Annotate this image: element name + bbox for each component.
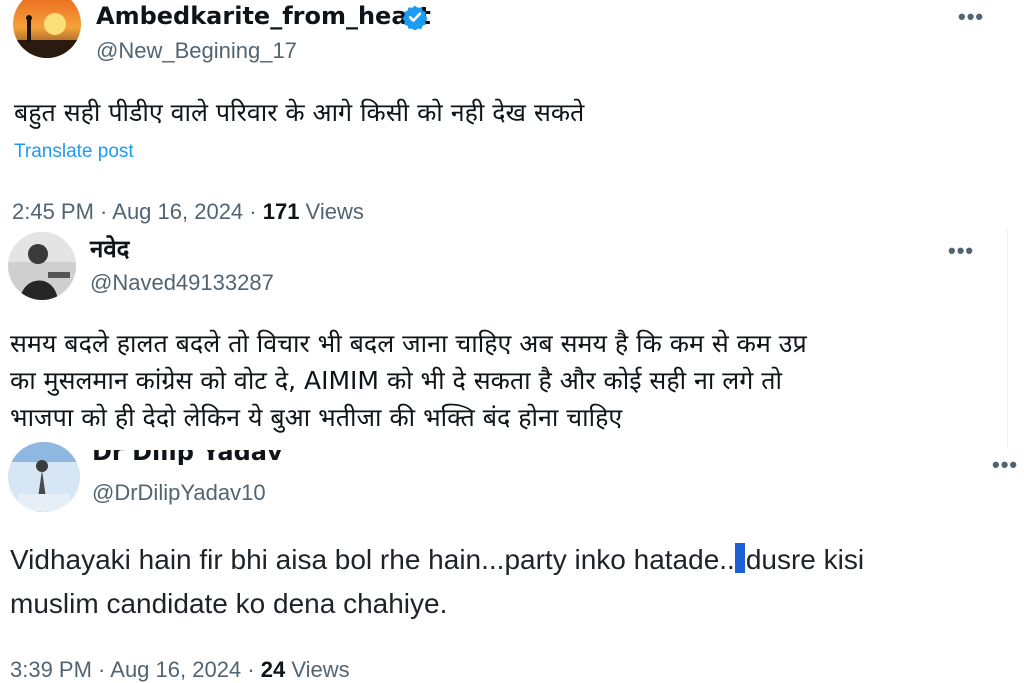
- post-text-part: Vidhayaki hain fir bhi aisa bol rhe hain…: [10, 544, 735, 575]
- more-icon[interactable]: •••: [948, 240, 974, 262]
- screenshot-page: Ambedkarite_from_heart @New_Begining_17 …: [0, 0, 1024, 683]
- timestamp-text: 2:45 PM · Aug 16, 2024 ·: [12, 199, 263, 224]
- post-text-line: समय बदले हालत बदले तो विचार भी बदल जाना …: [10, 329, 807, 358]
- author-handle[interactable]: @New_Begining_17: [96, 38, 297, 64]
- author-name[interactable]: नवेद: [90, 232, 129, 265]
- translate-post-link[interactable]: Translate post: [14, 141, 134, 163]
- post-text: बहुत सही पीडीए वाले परिवार के आगे किसी क…: [14, 98, 585, 127]
- verified-badge-icon: [402, 4, 428, 35]
- avatar-naved[interactable]: [8, 232, 76, 300]
- timestamp-text: 3:39 PM · Aug 16, 2024 ·: [10, 657, 261, 682]
- text-cursor-highlight: [734, 543, 745, 573]
- post-text-line-2: muslim candidate ko dena chahiye.: [10, 588, 448, 619]
- views-count: 24: [260, 657, 286, 682]
- post-1[interactable]: Ambedkarite_from_heart @New_Begining_17 …: [0, 0, 1024, 228]
- views-count: 171: [262, 199, 300, 224]
- post-text-part: dusre kisi: [745, 544, 865, 575]
- post-text-line-1: Vidhayaki hain fir bhi aisa bol rhe hain…: [10, 538, 864, 582]
- person-avatar-image: [8, 442, 80, 512]
- post-text: Vidhayaki hain fir bhi aisa bol rhe hain…: [10, 538, 864, 626]
- post-timestamp[interactable]: 3:39 PM · Aug 16, 2024 · 24 Views: [10, 657, 350, 683]
- author-name[interactable]: Dr Dilip Yadav: [92, 450, 283, 466]
- post-3[interactable]: Dr Dilip Yadav @DrDilipYadav10 ••• Vidha…: [0, 442, 1024, 683]
- author-name-clip: Dr Dilip Yadav: [92, 450, 392, 470]
- author-handle[interactable]: @DrDilipYadav10: [92, 480, 266, 506]
- post-2[interactable]: नवेद @Naved49133287 ••• समय बदले हालत बद…: [0, 228, 1024, 450]
- post-text-line: भाजपा को ही देदो लेकिन ये बुआ भतीजा की भ…: [10, 403, 623, 432]
- person-avatar-image: [8, 232, 76, 300]
- more-icon[interactable]: •••: [992, 454, 1018, 476]
- author-handle[interactable]: @Naved49133287: [90, 270, 274, 296]
- views-label: Views: [285, 657, 350, 682]
- avatar-dilip[interactable]: [8, 442, 80, 512]
- post-timestamp[interactable]: 2:45 PM · Aug 16, 2024 · 171 Views: [12, 199, 364, 225]
- sunset-avatar-image: [13, 0, 81, 58]
- more-icon[interactable]: •••: [958, 6, 984, 28]
- avatar-ambedkarite[interactable]: [13, 0, 81, 58]
- post-text-line: का मुसलमान कांग्रेस को वोट दे, AIMIM को …: [10, 366, 783, 395]
- post-text: समय बदले हालत बदले तो विचार भी बदल जाना …: [10, 325, 807, 436]
- views-label: Views: [299, 199, 364, 224]
- author-name[interactable]: Ambedkarite_from_heart: [96, 2, 431, 30]
